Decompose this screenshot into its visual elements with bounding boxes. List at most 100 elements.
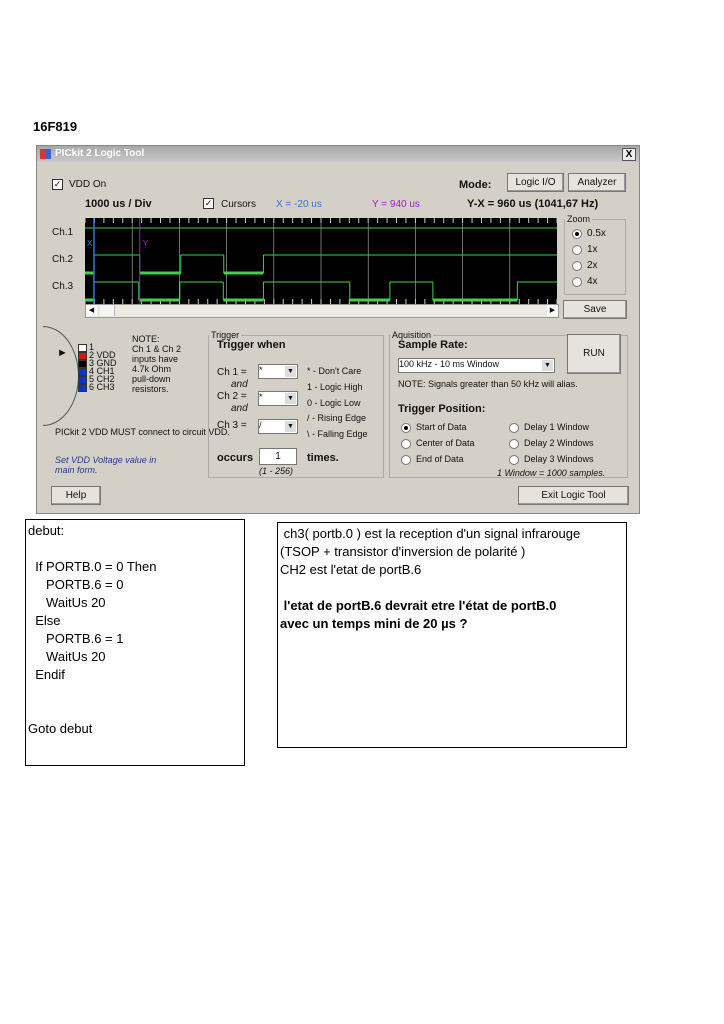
trigger-key-line: * - Don't Care xyxy=(307,366,362,376)
zoom-option-label: 4x xyxy=(587,276,598,287)
comment-box: ch3( portb.0 ) est la reception d'un sig… xyxy=(277,522,627,748)
and-label: and xyxy=(231,403,248,414)
code-line: WaitUs 20 xyxy=(28,595,106,610)
pulldown-note-line: Ch 1 & Ch 2 xyxy=(132,344,182,354)
ch1-trigger-select[interactable]: * ▼ xyxy=(258,364,298,379)
vdd-on-label: VDD On xyxy=(69,179,107,190)
logic-io-button[interactable]: Logic I/O xyxy=(507,173,564,192)
zoom-radio-3[interactable] xyxy=(572,277,582,287)
window-title: PICkit 2 Logic Tool xyxy=(55,148,145,159)
close-button[interactable]: X xyxy=(622,148,636,161)
trigger-position-label: Delay 2 Windows xyxy=(524,438,594,448)
exit-logic-tool-button[interactable]: Exit Logic Tool xyxy=(518,486,629,505)
trigger-position-radio-5[interactable] xyxy=(509,455,519,465)
code-line: debut: xyxy=(28,523,65,538)
question-line: avec un temps mini de 20 µs ? xyxy=(280,616,468,631)
code-line: If PORTB.0 = 0 Then xyxy=(28,559,157,574)
vdd-on-checkbox[interactable]: ✓ xyxy=(52,179,63,190)
times-label: times. xyxy=(307,452,339,464)
trigger-key-line: 0 - Logic Low xyxy=(307,397,361,408)
trigger-key-line: 1 - Logic High xyxy=(307,381,363,392)
app-icon xyxy=(40,149,51,159)
trigger-position-label: Trigger Position: xyxy=(398,403,486,415)
occurs-count-input[interactable]: 1 xyxy=(259,448,297,465)
connector-outline xyxy=(43,326,79,426)
pulldown-note-line: 4.7k Ohm xyxy=(132,364,172,374)
page-heading: 16F819 xyxy=(33,119,78,134)
ch1-trigger-value: * xyxy=(259,365,263,375)
ch2-trigger-label: Ch 2 = xyxy=(217,391,247,402)
waveform-display[interactable]: XY xyxy=(85,218,557,304)
zoom-option-label: 2x xyxy=(587,260,598,271)
zoom-radio-1[interactable] xyxy=(572,245,582,255)
analyzer-button[interactable]: Analyzer xyxy=(568,173,626,192)
help-button[interactable]: Help xyxy=(51,486,101,505)
trigger-position-label: Delay 3 Windows xyxy=(524,454,594,464)
scroll-left-arrow[interactable]: ◀ xyxy=(86,305,97,316)
ch2-trigger-select[interactable]: * ▼ xyxy=(258,391,298,406)
trigger-key-line: \ - Falling Edge xyxy=(307,429,368,440)
logic-tool-window: PICkit 2 Logic Tool X ✓ VDD On Mode: Log… xyxy=(36,145,640,514)
code-line: Goto debut xyxy=(28,721,93,736)
cursor-delta-readout: Y-X = 960 us (1041,67 Hz) xyxy=(467,198,599,210)
code-line: PORTB.6 = 0 xyxy=(28,577,124,592)
cursors-checkbox[interactable]: ✓ xyxy=(203,198,214,209)
cursor-y-readout: Y = 940 us xyxy=(372,199,420,210)
ch3-trigger-label: Ch 3 = xyxy=(217,420,247,431)
horizontal-scrollbar[interactable]: ◀ ▶ xyxy=(85,304,559,318)
pin-swatch xyxy=(78,360,87,368)
chevron-down-icon: ▼ xyxy=(285,421,296,432)
zoom-legend: Zoom xyxy=(567,214,591,224)
trigger-position-label: Center of Data xyxy=(416,438,475,448)
chevron-down-icon: ▼ xyxy=(285,393,296,404)
chevron-down-icon: ▼ xyxy=(285,366,296,377)
pin-swatch xyxy=(78,376,87,384)
trigger-position-radio-4[interactable] xyxy=(401,455,411,465)
sample-rate-label: Sample Rate: xyxy=(398,339,468,351)
code-line: PORTB.6 = 1 xyxy=(28,631,124,646)
run-button[interactable]: RUN xyxy=(567,334,621,374)
pin-swatch xyxy=(78,344,87,352)
pin-swatch xyxy=(78,368,87,376)
cursors-label: Cursors xyxy=(221,199,257,210)
sample-rate-value: 100 kHz - 10 ms Window xyxy=(399,359,500,369)
code-line: Endif xyxy=(28,667,65,682)
trigger-key-line: / - Rising Edge xyxy=(307,413,367,424)
mode-label: Mode: xyxy=(459,179,492,191)
channel-label-2: Ch.2 xyxy=(52,254,74,265)
pin-label: 6 CH3 xyxy=(89,382,115,392)
timebase-label: 1000 us / Div xyxy=(85,198,152,210)
trigger-position-radio-3[interactable] xyxy=(509,439,519,449)
title-bar: PICkit 2 Logic Tool X xyxy=(37,146,639,162)
comment-line: ch3( portb.0 ) est la reception d'un sig… xyxy=(280,526,581,541)
trigger-position-radio-2[interactable] xyxy=(401,439,411,449)
trigger-position-radio-1[interactable] xyxy=(509,423,519,433)
trigger-position-label: End of Data xyxy=(416,454,464,464)
occurs-range: (1 - 256) xyxy=(259,466,294,476)
ch2-trigger-value: * xyxy=(259,392,263,402)
pin1-arrow-icon: ► xyxy=(57,347,68,359)
code-listing: debut: If PORTB.0 = 0 Then PORTB.6 = 0 W… xyxy=(25,519,245,766)
cursor-x-marker: X xyxy=(87,239,93,248)
occurs-label: occurs xyxy=(217,452,254,464)
channel-label-1: Ch.1 xyxy=(52,227,74,238)
ch1-trigger-label: Ch 1 = xyxy=(217,367,247,378)
chevron-down-icon: ▼ xyxy=(542,360,553,371)
trigger-position-radio-0[interactable] xyxy=(401,423,411,433)
ch3-trigger-select[interactable]: / ▼ xyxy=(258,419,298,434)
pin-swatch xyxy=(78,352,87,360)
sample-rate-select[interactable]: 100 kHz - 10 ms Window ▼ xyxy=(398,358,555,373)
window-note: 1 Window = 1000 samples. xyxy=(497,468,606,478)
ch3-trigger-value: / xyxy=(259,420,262,430)
pulldown-note-line: pull-down xyxy=(132,374,171,384)
scroll-right-arrow[interactable]: ▶ xyxy=(547,305,558,316)
zoom-radio-2[interactable] xyxy=(572,261,582,271)
zoom-option-label: 1x xyxy=(587,244,598,255)
and-label: and xyxy=(231,379,248,390)
zoom-radio-0[interactable] xyxy=(572,229,582,239)
scroll-thumb[interactable] xyxy=(100,305,115,316)
comment-line xyxy=(280,579,626,597)
pulldown-note-line: resistors. xyxy=(132,384,169,394)
save-button[interactable]: Save xyxy=(563,300,627,319)
